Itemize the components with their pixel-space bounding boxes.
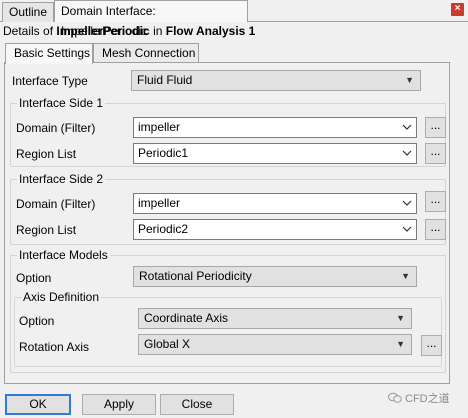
axis-definition-title: Axis Definition bbox=[21, 290, 102, 304]
chevron-down-icon: ▼ bbox=[401, 271, 410, 281]
rotation-axis-select[interactable]: Global X ▼ bbox=[138, 334, 412, 355]
tab-outline-label: Outline bbox=[9, 5, 48, 19]
chevron-down-icon: ▼ bbox=[405, 75, 414, 85]
axis-option-value: Coordinate Axis bbox=[144, 311, 229, 325]
details-middle: in bbox=[149, 24, 166, 38]
axis-option-select[interactable]: Coordinate Axis ▼ bbox=[138, 308, 412, 329]
tab-domain-interface[interactable]: Domain Interface: ImpellerPeriodic bbox=[54, 0, 248, 38]
interface-type-select[interactable]: Fluid Fluid ▼ bbox=[131, 70, 421, 91]
side2-domain-label: Domain (Filter) bbox=[16, 197, 96, 211]
side2-domain-field[interactable]: impeller bbox=[133, 193, 417, 214]
rotation-axis-browse-button[interactable]: ... bbox=[421, 335, 442, 356]
interface-side-2-title: Interface Side 2 bbox=[17, 172, 106, 186]
ok-button[interactable]: OK bbox=[5, 394, 71, 415]
details-prefix: Details of bbox=[3, 24, 57, 38]
tab-outline[interactable]: Outline bbox=[2, 2, 54, 22]
side1-domain-field[interactable]: impeller bbox=[133, 117, 417, 138]
details-object-name: ImpellerPeriodic bbox=[56, 24, 150, 38]
tab-basic-settings-label: Basic Settings bbox=[14, 46, 91, 60]
details-container-name: Flow Analysis 1 bbox=[165, 24, 256, 38]
chevron-down-icon bbox=[402, 226, 412, 232]
rotation-axis-value: Global X bbox=[144, 337, 191, 351]
side2-region-value: Periodic2 bbox=[138, 222, 189, 236]
side2-domain-value: impeller bbox=[138, 196, 181, 210]
side2-region-field[interactable]: Periodic2 bbox=[133, 219, 417, 240]
close-tab-icon[interactable]: × bbox=[451, 3, 464, 16]
tab-basic-settings[interactable]: Basic Settings bbox=[5, 43, 93, 64]
side1-region-browse-button[interactable]: ... bbox=[425, 143, 446, 164]
chevron-down-icon bbox=[402, 124, 412, 130]
basic-settings-panel: Interface Type Fluid Fluid ▼ Interface S… bbox=[4, 62, 450, 384]
side1-domain-label: Domain (Filter) bbox=[16, 121, 96, 135]
interface-models-title: Interface Models bbox=[17, 248, 110, 262]
axis-option-label: Option bbox=[19, 314, 55, 328]
side1-domain-browse-button[interactable]: ... bbox=[425, 117, 446, 138]
chat-bubble-icon bbox=[388, 392, 402, 403]
interface-type-value: Fluid Fluid bbox=[137, 73, 193, 87]
side1-domain-value: impeller bbox=[138, 120, 181, 134]
details-header: Details of ImpellerPeriodic in Flow Anal… bbox=[3, 24, 255, 38]
rotation-axis-label: Rotation Axis bbox=[19, 340, 90, 354]
models-option-value: Rotational Periodicity bbox=[139, 269, 252, 283]
models-option-select[interactable]: Rotational Periodicity ▼ bbox=[133, 266, 417, 287]
side1-region-field[interactable]: Periodic1 bbox=[133, 143, 417, 164]
interface-side-1-title: Interface Side 1 bbox=[17, 96, 106, 110]
models-option-label: Option bbox=[16, 271, 52, 285]
side2-region-label: Region List bbox=[16, 223, 77, 237]
chevron-down-icon: ▼ bbox=[396, 339, 405, 349]
close-button[interactable]: Close bbox=[160, 394, 234, 415]
chevron-down-icon: ▼ bbox=[396, 313, 405, 323]
watermark: CFD之道 bbox=[388, 390, 450, 406]
interface-type-label: Interface Type bbox=[12, 74, 88, 88]
side2-region-browse-button[interactable]: ... bbox=[425, 219, 446, 240]
chevron-down-icon bbox=[402, 150, 412, 156]
tab-mesh-connection[interactable]: Mesh Connection bbox=[93, 43, 199, 63]
side1-region-label: Region List bbox=[16, 147, 77, 161]
watermark-text: CFD之道 bbox=[405, 393, 450, 405]
side1-region-value: Periodic1 bbox=[138, 146, 189, 160]
apply-button[interactable]: Apply bbox=[82, 394, 156, 415]
tab-mesh-connection-label: Mesh Connection bbox=[102, 46, 196, 60]
side2-domain-browse-button[interactable]: ... bbox=[425, 191, 446, 212]
document-tab-bar: Outline Domain Interface: ImpellerPeriod… bbox=[0, 0, 468, 38]
chevron-down-icon bbox=[402, 200, 412, 206]
